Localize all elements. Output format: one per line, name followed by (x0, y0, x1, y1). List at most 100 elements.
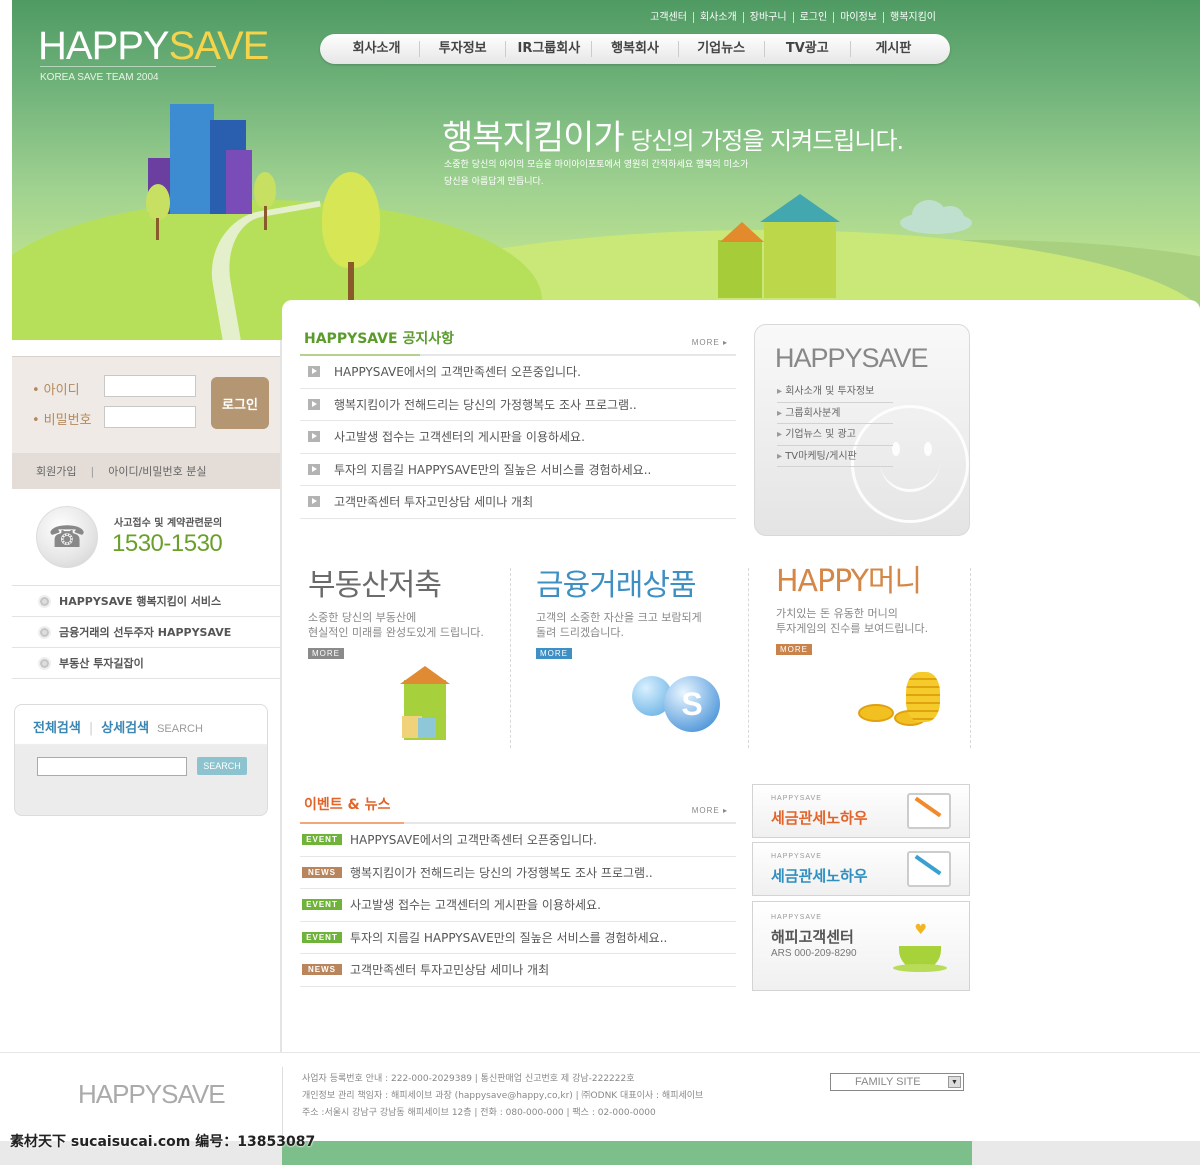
divider (748, 568, 749, 748)
monitor-chart-icon (907, 793, 951, 829)
house-roof (760, 194, 840, 222)
banner-title: 해피고객센터 (771, 928, 854, 946)
tab-all-search[interactable]: 전체검색 (33, 717, 81, 736)
side-menu-item[interactable]: 부동산 투자길잡이 (12, 648, 280, 679)
news-badge: NEWS (302, 866, 342, 878)
password-label: 비밀번호 (32, 409, 92, 428)
util-link[interactable]: 회사소개 (692, 12, 743, 23)
arrow-icon (308, 463, 320, 475)
coin-icon (858, 704, 894, 722)
login-button[interactable]: 로그인 (211, 377, 269, 429)
events-title: 이벤트 & 뉴스 (304, 797, 391, 813)
promo-link[interactable]: 회사소개 및 투자정보 (777, 381, 893, 403)
nav-item[interactable]: 게시판 (849, 41, 936, 57)
tree-illustration (254, 172, 276, 208)
phone-icon: ☎ (36, 506, 98, 568)
notice-header: HAPPYSAVE 공지사항 MORE ▸ (300, 322, 736, 356)
footer-info: 사업자 등록번호 안내 : 222-000-2029389 | 통신판매업 신고… (302, 1074, 704, 1118)
util-link[interactable]: 장바구니 (742, 12, 793, 23)
arrow-icon (308, 431, 320, 443)
notice-title: HAPPYSAVE 공지사항 (304, 331, 454, 347)
coin-stack-icon (906, 672, 940, 722)
notice-item[interactable]: 투자의 지름길 HAPPYSAVE만의 질높은 서비스를 경험하세요.. (300, 454, 736, 486)
event-item[interactable]: NEWS 행복지킴이가 전해드리는 당신의 가정행복도 조사 프로그램.. (300, 857, 736, 889)
event-item[interactable]: EVENT HAPPYSAVE에서의 고객만족센터 오픈중입니다. (300, 824, 736, 857)
promo-link[interactable]: TV마케팅/게시판 (777, 446, 893, 467)
tree-trunk (348, 262, 354, 300)
event-item[interactable]: EVENT 투자의 지름길 HAPPYSAVE만의 질높은 서비스를 경험하세요.… (300, 922, 736, 954)
house-roof (400, 666, 450, 684)
tree-illustration (322, 172, 380, 268)
join-link[interactable]: 회원가입 (36, 463, 76, 479)
product-more-button[interactable]: MORE (536, 648, 572, 659)
tree-trunk (156, 218, 159, 240)
tax-banner[interactable]: HAPPYSAVE 세금관세노하우 (752, 784, 970, 838)
family-site-select[interactable]: FAMILY SITE ▼ (830, 1073, 964, 1091)
side-menu-item[interactable]: HAPPYSAVE 행복지킴이 서비스 (12, 586, 280, 617)
product-title: 부동산저축 (308, 568, 442, 603)
event-item[interactable]: EVENT 사고발생 접수는 고객센터의 게시판을 이용하세요. (300, 889, 736, 922)
nav-item[interactable]: 기업뉴스 (677, 41, 764, 57)
search-input[interactable] (37, 757, 187, 776)
product-description: 고객의 소중한 자산을 크고 보람되게 돌려 드리겠습니다. (536, 611, 702, 639)
building-illustration (226, 150, 252, 214)
divider (510, 568, 511, 748)
customer-center-banner[interactable]: HAPPYSAVE 해피고객센터 ARS 000-209-8290 ♥ (752, 901, 970, 991)
search-button[interactable]: SEARCH (197, 757, 247, 775)
product-title: 금융거래상품 (536, 568, 697, 603)
util-link[interactable]: 마이정보 (833, 12, 883, 23)
search-tabs: 전체검색 | 상세검색 SEARCH (33, 717, 203, 736)
product-more-button[interactable]: MORE (776, 644, 812, 655)
call-center: ☎ 사고접수 및 계약관련문의 1530-1530 (12, 490, 280, 586)
nav-item[interactable]: IR그룹회사 (505, 41, 591, 57)
notice-item[interactable]: 고객만족센터 투자고민상담 세미나 개최 (300, 486, 736, 519)
banner-brand: HAPPYSAVE (771, 795, 822, 802)
tab-detail-search[interactable]: 상세검색 (101, 717, 149, 736)
product-description: 가치있는 돈 유동한 머니의 투자게임의 진수를 보여드립니다. (776, 607, 929, 635)
nav-item[interactable]: 행복회사 (591, 41, 677, 57)
bullet-icon (38, 656, 51, 670)
product-more-button[interactable]: MORE (308, 648, 344, 659)
event-badge: EVENT (302, 899, 342, 911)
product-title: HAPPY머니 (776, 564, 922, 599)
main-nav: 회사소개 투자정보 IR그룹회사 행복회사 기업뉴스 TV광고 게시판 (320, 34, 950, 64)
nav-item[interactable]: 회사소개 (334, 41, 419, 57)
nav-item[interactable]: TV광고 (763, 41, 850, 57)
site-logo[interactable]: HAPPYSAVE (38, 24, 269, 69)
promo-link[interactable]: 기업뉴스 및 광고 (777, 424, 893, 446)
util-link[interactable]: 로그인 (792, 12, 834, 23)
house-roof (720, 222, 764, 242)
id-input[interactable] (104, 375, 196, 397)
promo-link[interactable]: 그룹회사분계 (777, 403, 893, 424)
util-link[interactable]: 고객센터 (644, 12, 693, 23)
banner-ars-number: ARS 000-209-8290 (771, 948, 857, 959)
notice-section: HAPPYSAVE 공지사항 MORE ▸ HAPPYSAVE에서의 고객만족센… (300, 322, 736, 519)
util-link[interactable]: 행복지킴이 (883, 12, 942, 23)
side-menu: HAPPYSAVE 행복지킴이 서비스 금융거래의 선두주자 HAPPYSAVE… (12, 586, 280, 679)
arrow-icon (308, 366, 320, 378)
notice-item[interactable]: HAPPYSAVE에서의 고객만족센터 오픈중입니다. (300, 356, 736, 389)
search-caption: SEARCH (157, 723, 203, 735)
nav-item[interactable]: 투자정보 (419, 41, 505, 57)
utility-links: 고객센터 회사소개 장바구니 로그인 마이정보 행복지킴이 (644, 12, 942, 23)
events-more-link[interactable]: MORE ▸ (692, 806, 728, 815)
promo-links: 회사소개 및 투자정보 그룹회사분계 기업뉴스 및 광고 TV마케팅/게시판 (777, 381, 893, 467)
side-menu-item[interactable]: 금융거래의 선두주자 HAPPYSAVE (12, 617, 280, 648)
tax-banner[interactable]: HAPPYSAVE 세금관세노하우 (752, 842, 970, 896)
notice-item[interactable]: 행복지킴이가 전해드리는 당신의 가정행복도 조사 프로그램.. (300, 389, 736, 421)
event-badge: EVENT (302, 931, 342, 943)
product-finance: 금융거래상품 고객의 소중한 자산을 크고 보람되게 돌려 드리겠습니다. MOR… (536, 560, 756, 750)
hero-title: 행복지킴이가 당신의 가정을 지켜드립니다. (442, 118, 904, 158)
promo-box[interactable]: HAPPYSAVE 회사소개 및 투자정보 그룹회사분계 기업뉴스 및 광고 T… (754, 324, 970, 536)
bullet-icon (38, 625, 51, 639)
find-account-link[interactable]: 아이디/비밀번호 분실 (108, 463, 206, 479)
promo-logo: HAPPYSAVE (775, 343, 929, 373)
house-illustration (718, 240, 762, 298)
logo-underline (40, 66, 216, 67)
banner-title: 세금관세노하우 (771, 809, 868, 827)
event-item[interactable]: NEWS 고객만족센터 투자고민상담 세미나 개최 (300, 954, 736, 987)
events-header: 이벤트 & 뉴스 MORE ▸ (300, 790, 736, 824)
password-input[interactable] (104, 406, 196, 428)
notice-more-link[interactable]: MORE ▸ (692, 338, 728, 347)
notice-item[interactable]: 사고발생 접수는 고객센터의 게시판을 이용하세요. (300, 421, 736, 454)
